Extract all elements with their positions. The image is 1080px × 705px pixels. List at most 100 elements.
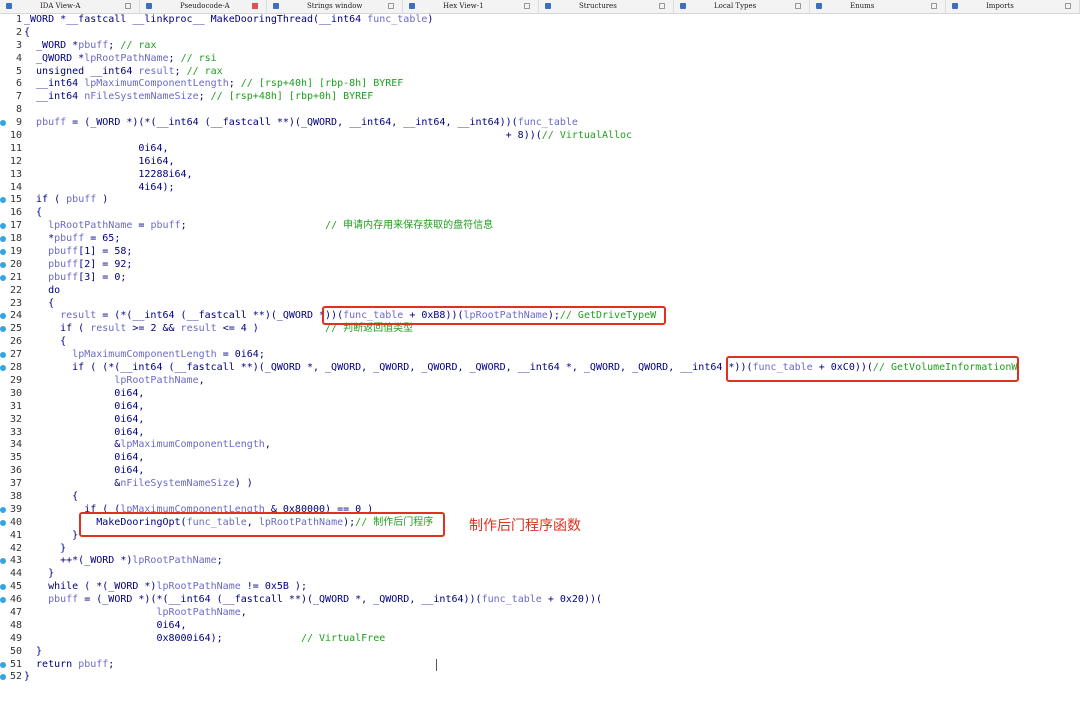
tab-strings-window[interactable]: Strings window: [267, 0, 403, 13]
tab-label: Enums: [850, 2, 875, 10]
code-line[interactable]: 26 {: [0, 336, 1080, 349]
code-text: do: [24, 284, 61, 296]
line-number: 8: [15, 104, 22, 116]
code-line[interactable]: 12 16i64,: [0, 156, 1080, 169]
code-text: *pbuff = 65;: [24, 233, 121, 245]
code-line[interactable]: 5 unsigned __int64 result; // rax: [0, 66, 1080, 79]
tab-close-icon[interactable]: [1065, 3, 1071, 9]
line-number: 6: [15, 78, 22, 90]
line-number: 7: [15, 91, 22, 103]
tab-structures[interactable]: Structures: [539, 0, 674, 13]
code-line[interactable]: 8: [0, 104, 1080, 117]
code-line[interactable]: 13 12288i64,: [0, 169, 1080, 182]
code-line[interactable]: 14 4i64);: [0, 182, 1080, 195]
code-line[interactable]: 50 }: [0, 646, 1080, 659]
code-line[interactable]: 1 _WORD *__fastcall __linkproc__ MakeDoor…: [0, 14, 1080, 27]
highlight-box-makedooringopt: [79, 512, 445, 537]
code-line[interactable]: 6 __int64 lpMaximumComponentLength; // […: [0, 78, 1080, 91]
tab-view-icon: [273, 3, 279, 9]
tab-label: Strings window: [307, 2, 363, 10]
line-number: 1: [15, 14, 22, 25]
code-line[interactable]: 31 0i64,: [0, 401, 1080, 414]
code-line[interactable]: 16 {: [0, 207, 1080, 220]
code-line[interactable]: 38 {: [0, 491, 1080, 504]
code-text: pbuff[2] = 92;: [48, 258, 133, 270]
code-line[interactable]: 45 while ( *(_WORD *)lpRootPathName != 0…: [0, 581, 1080, 594]
code-line[interactable]: 36 0i64,: [0, 465, 1080, 478]
code-line[interactable]: 25 if ( result >= 2 && result <= 4 ) // …: [0, 323, 1080, 336]
code-text: }: [24, 542, 67, 554]
code-line[interactable]: 48 0i64,: [0, 620, 1080, 633]
pseudocode-view[interactable]: 1 _WORD *__fastcall __linkproc__ MakeDoor…: [0, 14, 1080, 684]
code-text: pbuff = (_WORD *)(*(__int64 (__fastcall …: [36, 117, 578, 129]
code-line[interactable]: 32 0i64,: [0, 414, 1080, 427]
code-line[interactable]: 30 0i64,: [0, 388, 1080, 401]
code-text: 0i64,: [24, 387, 145, 399]
code-text: pbuff[3] = 0;: [48, 271, 127, 283]
tab-label: Structures: [579, 2, 617, 10]
code-line[interactable]: 9 pbuff = (_WORD *)(*(__int64 (__fastcal…: [0, 117, 1080, 130]
code-line[interactable]: 44 }: [0, 568, 1080, 581]
code-line[interactable]: 19 pbuff[1] = 58;: [0, 246, 1080, 259]
tab-close-icon[interactable]: [388, 3, 394, 9]
tab-close-icon[interactable]: [659, 3, 665, 9]
code-text: {: [24, 490, 79, 502]
code-line[interactable]: 11 0i64,: [0, 143, 1080, 156]
code-line[interactable]: 3 _WORD *pbuff; // rax: [0, 40, 1080, 53]
line-number: 14: [9, 181, 22, 193]
tab-ida-view-a[interactable]: IDA View-A: [0, 0, 140, 13]
code-text: unsigned __int64 result; // rax: [24, 65, 223, 77]
tab-local-types[interactable]: Local Types: [674, 0, 810, 13]
code-text: pbuff = (_WORD *)(*(__int64 (__fastcall …: [48, 594, 603, 606]
tab-close-icon[interactable]: [524, 3, 530, 9]
code-line[interactable]: 15 if ( pbuff ): [0, 194, 1080, 207]
code-text: }: [24, 671, 31, 683]
tab-close-icon[interactable]: [931, 3, 937, 9]
line-number: 3: [15, 39, 22, 51]
code-line[interactable]: 7 __int64 nFileSystemNameSize; // [rsp+4…: [0, 91, 1080, 104]
code-line[interactable]: 52}: [0, 671, 1080, 684]
code-line[interactable]: 4 _QWORD *lpRootPathName; // rsi: [0, 53, 1080, 66]
line-number: 16: [9, 207, 22, 219]
code-line[interactable]: 47 lpRootPathName,: [0, 607, 1080, 620]
line-number: 44: [9, 568, 22, 580]
tab-label: Imports: [986, 2, 1014, 10]
code-text: }: [24, 645, 43, 657]
code-line[interactable]: 42 }: [0, 543, 1080, 556]
code-line[interactable]: 34 &lpMaximumComponentLength,: [0, 439, 1080, 452]
tab-view-icon: [409, 3, 415, 9]
tab-enums[interactable]: Enums: [810, 0, 946, 13]
code-line[interactable]: 2{: [0, 27, 1080, 40]
tab-close-icon[interactable]: [795, 3, 801, 9]
code-line[interactable]: 49 0x8000i64); // VirtualFree: [0, 633, 1080, 646]
code-line[interactable]: 43 ++*(_WORD *)lpRootPathName;: [0, 555, 1080, 568]
code-text: }: [24, 568, 55, 580]
line-number: 11: [9, 142, 22, 154]
code-line[interactable]: 22 do: [0, 285, 1080, 298]
code-line[interactable]: 51 return pbuff;: [0, 659, 1080, 672]
line-number: 38: [9, 490, 22, 502]
code-text: 12288i64,: [24, 168, 193, 180]
code-line[interactable]: 46 pbuff = (_WORD *)(*(__int64 (__fastca…: [0, 594, 1080, 607]
code-line[interactable]: 33 0i64,: [0, 427, 1080, 440]
code-line[interactable]: 17 lpRootPathName = pbuff; // 申请内存用来保存获取…: [0, 220, 1080, 233]
code-line[interactable]: 35 0i64,: [0, 452, 1080, 465]
code-line[interactable]: 20 pbuff[2] = 92;: [0, 259, 1080, 272]
code-line[interactable]: 18 *pbuff = 65;: [0, 233, 1080, 246]
tab-close-icon[interactable]: [252, 3, 258, 9]
code-text: lpRootPathName,: [156, 606, 247, 618]
line-number: 30: [9, 387, 22, 399]
line-number: 27: [9, 349, 22, 361]
line-number: 12: [9, 155, 22, 167]
code-text: 0i64,: [24, 413, 145, 425]
line-number: 42: [9, 542, 22, 554]
tab-close-icon[interactable]: [125, 3, 131, 9]
tab-pseudocode-a[interactable]: Pseudocode-A: [140, 0, 267, 13]
code-line[interactable]: 10 + 8))(// VirtualAlloc: [0, 130, 1080, 143]
code-line[interactable]: 21 pbuff[3] = 0;: [0, 272, 1080, 285]
tab-imports[interactable]: Imports: [946, 0, 1080, 13]
code-text: lpRootPathName,: [114, 374, 205, 386]
code-text: while ( *(_WORD *)lpRootPathName != 0x5B…: [24, 581, 307, 593]
tab-hex-view-1[interactable]: Hex View-1: [403, 0, 539, 13]
code-line[interactable]: 37 &nFileSystemNameSize) ): [0, 478, 1080, 491]
